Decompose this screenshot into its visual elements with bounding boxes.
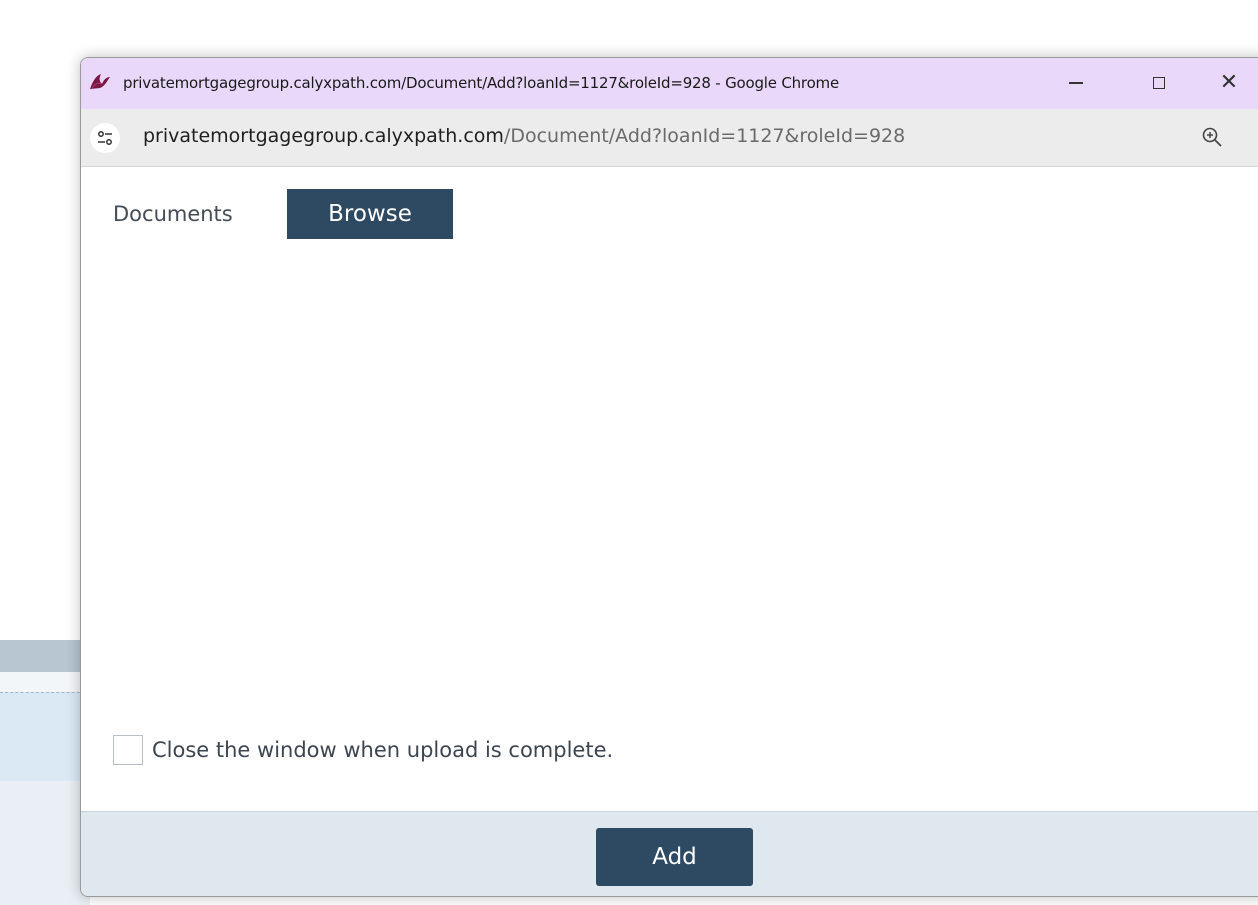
close-on-complete-option[interactable]: Close the window when upload is complete… [113,735,613,765]
address-bar: privatemortgagegroup.calyxpath.com/Docum… [81,109,1258,167]
footer-bar: Add [81,811,1258,896]
browse-button[interactable]: Browse [287,189,453,239]
url-domain: privatemortgagegroup.calyxpath.com [143,125,504,147]
close-on-complete-label[interactable]: Close the window when upload is complete… [152,738,613,762]
close-on-complete-checkbox[interactable] [113,735,143,765]
url-path: /Document/Add?loanId=1127&roleId=928 [503,125,906,147]
popup-window: privatemortgagegroup.calyxpath.com/Docum… [80,57,1258,897]
documents-label: Documents [113,202,233,226]
window-title: privatemortgagegroup.calyxpath.com/Docum… [123,74,839,92]
zoom-in-icon[interactable] [1201,126,1223,148]
background-row [0,781,90,905]
minimize-icon [1069,82,1083,84]
maximize-button[interactable] [1139,68,1179,98]
background-selected-row [0,692,90,782]
maximize-icon [1153,77,1165,89]
calyx-path-logo-icon [90,74,110,89]
title-bar: privatemortgagegroup.calyxpath.com/Docum… [81,58,1258,109]
background-row-spacer [0,672,90,692]
document-add-panel: Documents Browse Close the window when u… [81,167,1258,812]
site-info-button[interactable] [90,123,120,153]
minimize-button[interactable] [1056,68,1096,98]
tune-icon [98,131,112,145]
add-button[interactable]: Add [596,828,753,886]
url-field[interactable]: privatemortgagegroup.calyxpath.com/Docum… [143,125,905,147]
close-icon: ✕ [1219,70,1239,95]
background-header-band [0,640,90,672]
close-window-button[interactable]: ✕ [1209,68,1249,98]
